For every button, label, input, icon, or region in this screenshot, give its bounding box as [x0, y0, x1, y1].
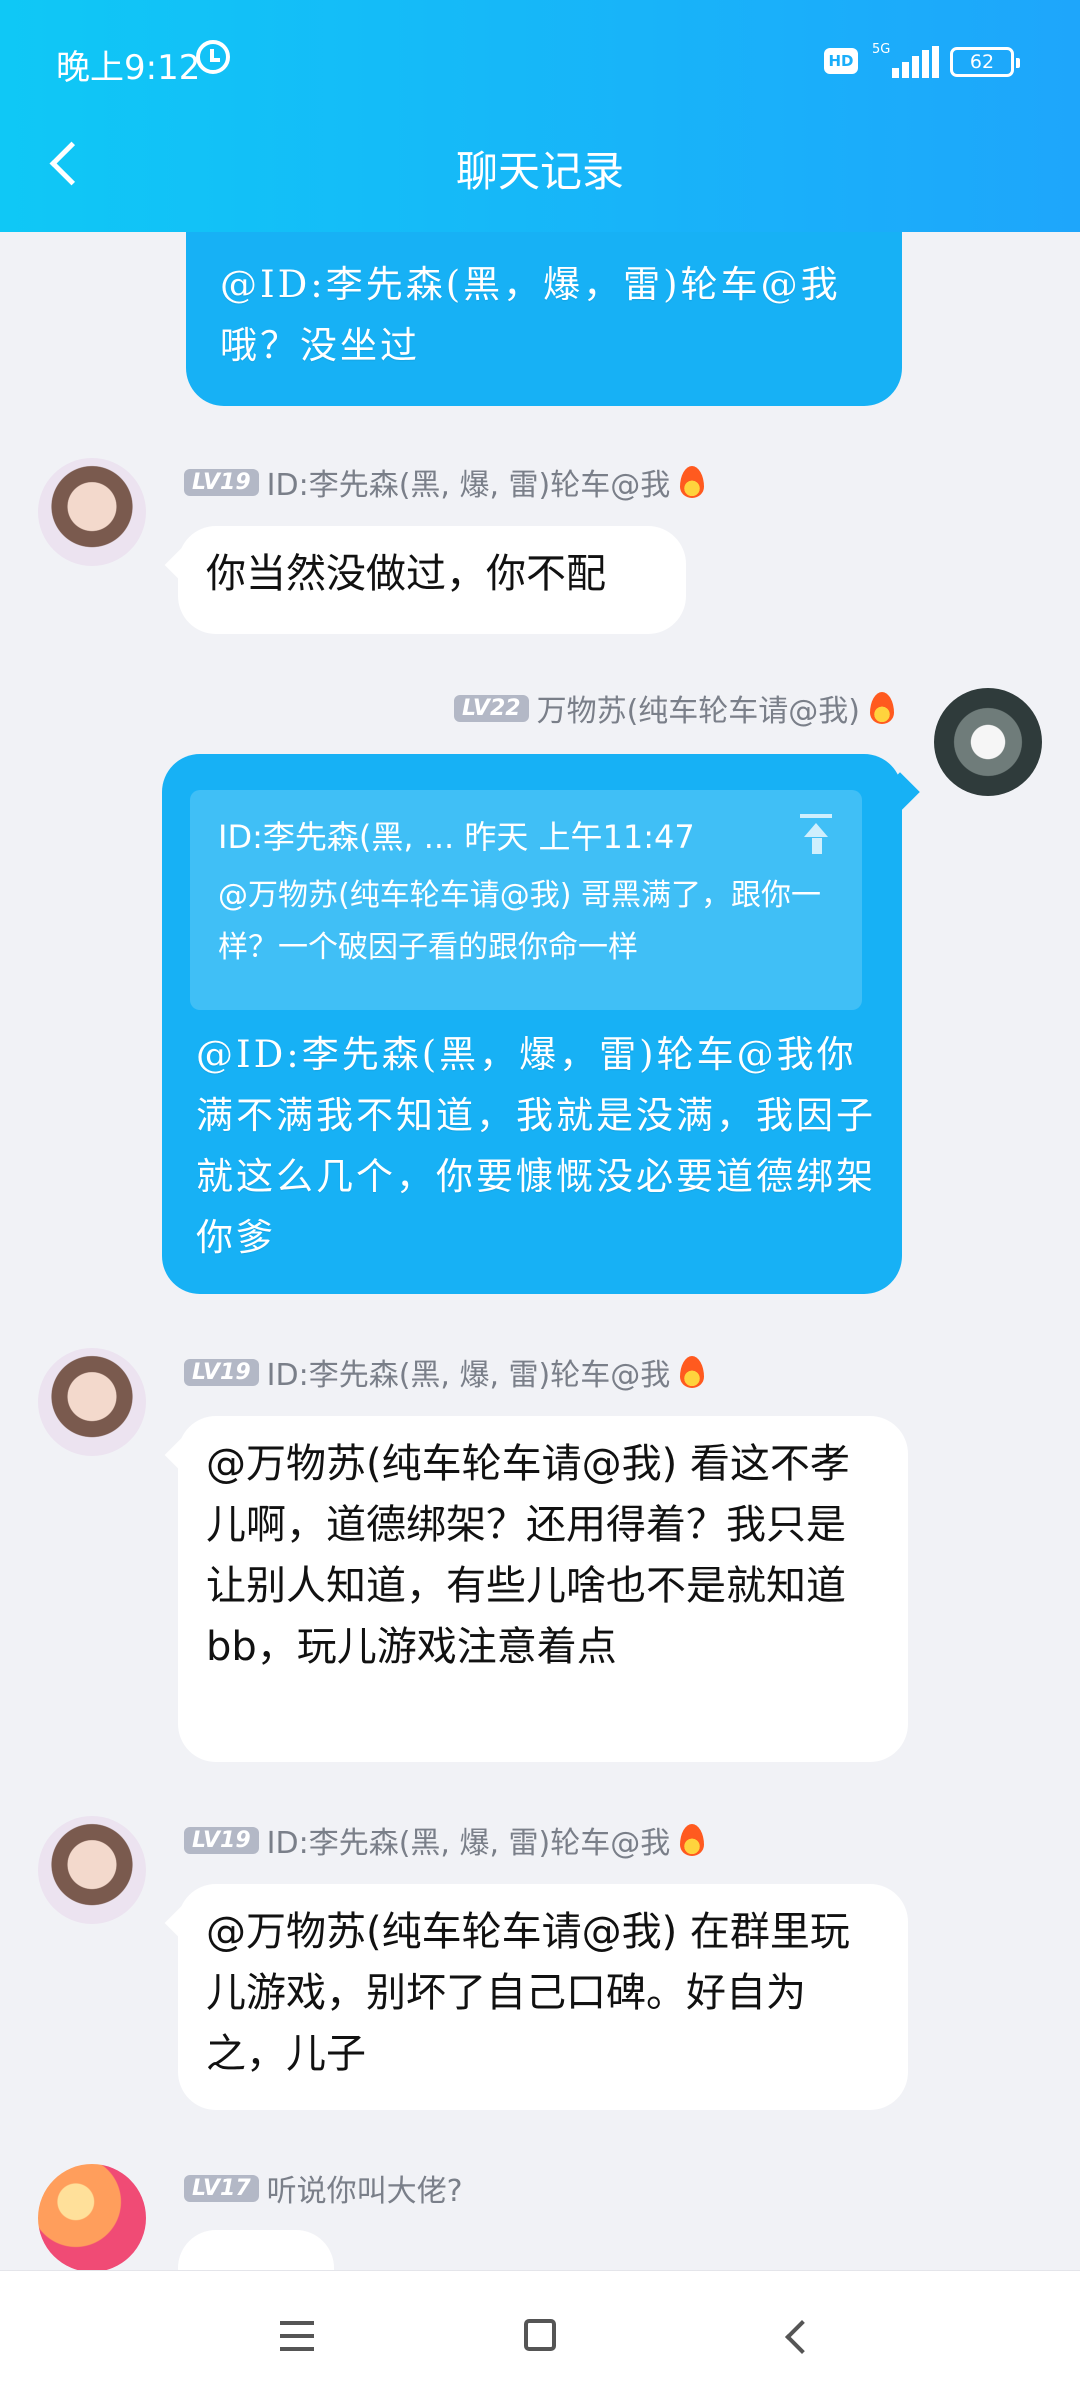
sender-avatar[interactable]	[38, 1348, 146, 1456]
status-time: 晚上9:12	[56, 48, 201, 88]
chat-history[interactable]: @ID:李先森(黑，爆，雷)轮车@我 哦？没坐过 LV19 ID:李先森(黑, …	[0, 232, 1080, 2270]
sender-avatar[interactable]	[38, 2164, 146, 2270]
message-bubble[interactable]: @万物苏(纯车轮车请@我) 在群里玩儿游戏，别坏了自己口碑。好自为之，儿子	[178, 1884, 908, 2110]
battery-level: 62	[969, 51, 995, 73]
sender-meta: LV17 听说你叫大佬?	[184, 2168, 463, 2209]
sender-name: ID:李先森(黑, 爆, 雷)轮车@我	[266, 468, 671, 503]
sender-meta: LV19 ID:李先森(黑, 爆, 雷)轮车@我	[184, 1352, 705, 1393]
fire-icon	[680, 466, 705, 498]
level-badge: LV19	[184, 1826, 259, 1854]
quote-header: ID:李先森(黑, ... 昨天 上午11:47	[218, 818, 695, 856]
page-title: 聊天记录	[455, 147, 624, 196]
quoted-reply[interactable]: ID:李先森(黑, ... 昨天 上午11:47 @万物苏(纯车轮车请@我) 哥…	[190, 790, 862, 1010]
sender-meta: LV22 万物苏(纯车轮车请@我)	[420, 688, 894, 729]
sender-avatar[interactable]	[38, 1816, 146, 1924]
sender-meta: LV19 ID:李先森(黑, 爆, 雷)轮车@我	[184, 1820, 705, 1861]
message-bubble-outgoing[interactable]: @ID:李先森(黑，爆，雷)轮车@我 哦？没坐过	[186, 232, 902, 406]
level-badge: LV22	[453, 694, 529, 722]
sender-avatar[interactable]	[38, 458, 146, 566]
message-bubble[interactable]	[178, 2230, 334, 2270]
level-badge: LV17	[184, 2174, 259, 2202]
message-text: 你当然没做过，你不配	[206, 551, 606, 597]
message-bubble[interactable]: @万物苏(纯车轮车请@我) 看这不孝儿啊，道德绑架？还用得着？我只是让别人知道，…	[178, 1416, 908, 1762]
app-header: 晚上9:12 HD 5G 62 聊天记录	[0, 0, 1080, 232]
battery-icon: 62	[950, 47, 1020, 77]
quote-body: @万物苏(纯车轮车请@我) 哥黑满了，跟你一样？一个破因子看的跟你命一样	[218, 878, 821, 965]
menu-icon[interactable]	[280, 2321, 314, 2353]
alarm-icon	[196, 40, 230, 74]
hd-badge: HD	[824, 48, 858, 74]
back-icon[interactable]	[780, 2319, 814, 2353]
network-type: 5G	[872, 42, 891, 57]
jump-icon-stem	[812, 838, 822, 854]
signal-icon	[892, 46, 940, 78]
message-text: @万物苏(纯车轮车请@我) 在群里玩儿游戏，别坏了自己口碑。好自为之，儿子	[206, 1909, 850, 2077]
sender-meta: LV19 ID:李先森(黑, 爆, 雷)轮车@我	[184, 462, 705, 503]
sender-name: 万物苏(纯车轮车请@我)	[536, 694, 860, 729]
message-bubble[interactable]: 你当然没做过，你不配	[178, 526, 686, 634]
sender-name: ID:李先森(黑, 爆, 雷)轮车@我	[266, 1826, 671, 1861]
message-text: @ID:李先森(黑，爆，雷)轮车@我 哦？没坐过	[220, 263, 841, 367]
home-icon[interactable]	[524, 2319, 556, 2351]
fire-icon	[680, 1356, 705, 1388]
message-bubble-outgoing[interactable]: ID:李先森(黑, ... 昨天 上午11:47 @万物苏(纯车轮车请@我) 哥…	[162, 754, 902, 1294]
sender-name: 听说你叫大佬?	[266, 2174, 463, 2209]
sender-avatar[interactable]	[934, 688, 1042, 796]
fire-icon	[680, 1824, 705, 1856]
sender-name: ID:李先森(黑, 爆, 雷)轮车@我	[266, 1358, 671, 1393]
fire-icon	[870, 692, 894, 724]
system-navigation-bar	[0, 2270, 1080, 2401]
message-text: @ID:李先森(黑，爆，雷)轮车@我你 满不满我不知道，我就是没满，我因子就这么…	[196, 1033, 876, 1259]
level-badge: LV19	[184, 468, 259, 496]
message-text: @万物苏(纯车轮车请@我) 看这不孝儿啊，道德绑架？还用得着？我只是让别人知道，…	[206, 1441, 850, 1670]
level-badge: LV19	[184, 1358, 259, 1386]
